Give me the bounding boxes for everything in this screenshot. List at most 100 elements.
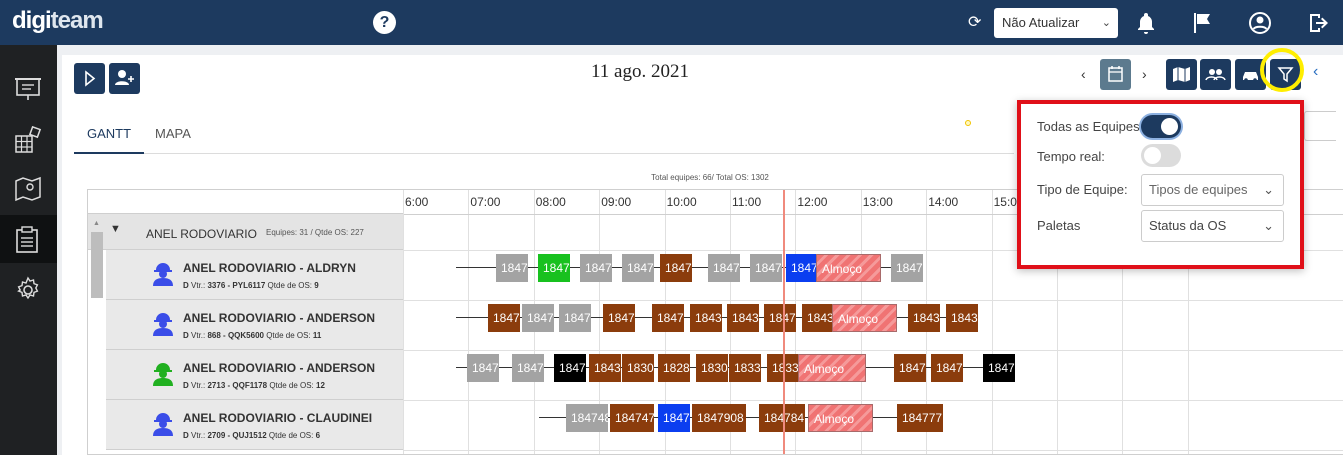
search-input[interactable]: [1304, 111, 1336, 141]
service-order-block[interactable]: 1847: [764, 304, 796, 332]
service-order-block[interactable]: 1847: [660, 254, 692, 282]
service-order-block[interactable]: 1847: [603, 304, 635, 332]
service-order-block[interactable]: 1847: [538, 254, 570, 282]
realtime-toggle[interactable]: [1141, 144, 1181, 167]
hour-label: 07:00: [470, 195, 501, 209]
user-circle-icon[interactable]: [1248, 11, 1272, 35]
os-label: Qtde de OS:: [268, 431, 314, 440]
lunch-block[interactable]: Almoço: [808, 404, 873, 432]
service-order-block[interactable]: 1847: [891, 254, 923, 282]
service-order-block[interactable]: 1847: [708, 254, 740, 282]
palette-select[interactable]: Status da OS ⌄: [1141, 210, 1284, 242]
service-order-block[interactable]: 1847: [554, 354, 586, 382]
team-type-label: Tipo de Equipe:: [1037, 182, 1128, 197]
service-order-block[interactable]: 1843: [727, 304, 759, 332]
service-order-block[interactable]: 1843: [589, 354, 621, 382]
scroll-up-icon[interactable]: ▲: [93, 220, 100, 227]
team-type-select[interactable]: Tipos de equipes ⌄: [1141, 174, 1284, 206]
service-order-block[interactable]: 1847: [522, 304, 554, 332]
dashboard-icon: [15, 78, 41, 100]
service-order-block[interactable]: 1828: [658, 354, 690, 382]
service-order-block[interactable]: 1847: [983, 354, 1015, 382]
service-order-block[interactable]: 1847: [559, 304, 591, 332]
logout-icon[interactable]: [1306, 11, 1330, 35]
team-vehicle: 2709 - QUJ1512: [207, 431, 267, 440]
sidebar-item-modules[interactable]: [0, 115, 57, 163]
calendar-icon: [1108, 66, 1123, 82]
hour-label: 11:00: [732, 195, 762, 209]
service-order-block[interactable]: 1847: [652, 304, 684, 332]
hour-gridline: [468, 190, 470, 454]
service-order-block[interactable]: 1847: [488, 304, 520, 332]
toggle-knob: [1161, 118, 1178, 135]
scrollbar-thumb[interactable]: [91, 232, 103, 298]
sidebar-item-service-orders[interactable]: [0, 215, 57, 263]
view-tabs: GANTT MAPA: [74, 124, 1014, 154]
tab-mapa[interactable]: MAPA: [142, 124, 204, 154]
collapse-group-icon[interactable]: ▼: [110, 223, 121, 235]
sidebar-item-settings[interactable]: [0, 265, 57, 313]
task-connector-line: [539, 417, 566, 418]
add-user-button[interactable]: [109, 63, 140, 94]
service-order-block[interactable]: 1847: [512, 354, 544, 382]
service-order-block[interactable]: 1843: [802, 304, 834, 332]
map-view-button[interactable]: [1166, 59, 1197, 90]
service-order-block[interactable]: 1847: [786, 254, 816, 282]
service-order-block[interactable]: 1843: [908, 304, 940, 332]
gantt-left-header: [88, 190, 404, 214]
service-order-block[interactable]: 1847: [894, 354, 926, 382]
service-order-block[interactable]: 184777: [897, 404, 943, 432]
os-label: Qtde de OS:: [267, 281, 313, 290]
service-order-block[interactable]: 1847: [931, 354, 963, 382]
team-row[interactable]: ANEL RODOVIARIO - CLAUDINEI D Vtr.: 2709 …: [106, 400, 404, 450]
service-order-block[interactable]: 1843: [690, 304, 722, 332]
service-order-block[interactable]: 184747: [610, 404, 654, 432]
next-day-button[interactable]: ›: [1142, 66, 1147, 82]
previous-day-button[interactable]: ‹: [1081, 66, 1086, 82]
lunch-block[interactable]: Almoço: [798, 354, 866, 382]
marker-dot: [965, 120, 971, 126]
group-row[interactable]: ▲ ▼ ANEL RODOVIARIO Equipes: 31 / Qtde O…: [88, 214, 404, 250]
service-order-block[interactable]: 1830: [622, 354, 654, 382]
service-order-block[interactable]: 1833: [729, 354, 761, 382]
lunch-block[interactable]: Almoço: [816, 254, 881, 282]
teams-view-button[interactable]: [1200, 59, 1231, 90]
hour-label: 6:00: [405, 195, 429, 209]
sidebar-item-dashboard[interactable]: [0, 65, 57, 113]
refresh-icon[interactable]: ⟳: [968, 12, 981, 32]
flag-icon[interactable]: [1190, 11, 1214, 35]
service-order-block[interactable]: 184748: [566, 404, 608, 432]
team-shift: D: [183, 431, 189, 440]
service-order-block[interactable]: 1847: [750, 254, 782, 282]
sidebar-item-map[interactable]: [0, 165, 57, 213]
service-order-block[interactable]: 1847: [658, 404, 690, 432]
service-order-block[interactable]: 1847: [467, 354, 499, 382]
service-order-block[interactable]: 184784: [759, 404, 805, 432]
service-order-block[interactable]: 1847: [580, 254, 612, 282]
tab-gantt[interactable]: GANTT: [74, 124, 145, 154]
lunch-block[interactable]: Almoço: [832, 304, 897, 332]
service-order-block[interactable]: 1847: [496, 254, 528, 282]
hour-label: 12:00: [797, 195, 828, 209]
hour-label: 14:00: [928, 195, 959, 209]
service-order-block[interactable]: 1843: [946, 304, 978, 332]
team-meta: D Vtr.: 3376 - PYL6117 Qtde de OS: 9: [183, 281, 319, 290]
collapse-panel-button[interactable]: ‹: [1313, 63, 1318, 81]
play-button[interactable]: [74, 63, 105, 94]
sidebar: [0, 45, 57, 455]
group-meta: Equipes: 31 / Qtde OS: 227: [266, 228, 364, 237]
bell-icon[interactable]: [1134, 11, 1158, 35]
service-order-block[interactable]: 1847: [622, 254, 654, 282]
digiteam-logo[interactable]: digiteam: [12, 7, 104, 35]
hour-label: 08:00: [535, 195, 566, 209]
help-icon[interactable]: ?: [373, 11, 396, 34]
auto-refresh-select[interactable]: Não Atualizar ⌄: [994, 8, 1118, 38]
service-order-block[interactable]: 1847908: [692, 404, 746, 432]
team-row[interactable]: ANEL RODOVIARIO - ANDERSON D Vtr.: 2713 -…: [106, 350, 404, 400]
team-row[interactable]: ANEL RODOVIARIO - ALDRYN D Vtr.: 3376 - P…: [106, 250, 404, 300]
calendar-button[interactable]: [1100, 59, 1131, 90]
all-teams-toggle[interactable]: [1141, 115, 1181, 138]
realtime-label: Tempo real:: [1037, 149, 1105, 164]
service-order-block[interactable]: 1830: [696, 354, 728, 382]
team-row[interactable]: ANEL RODOVIARIO - ANDERSON D Vtr.: 868 - …: [106, 300, 404, 350]
